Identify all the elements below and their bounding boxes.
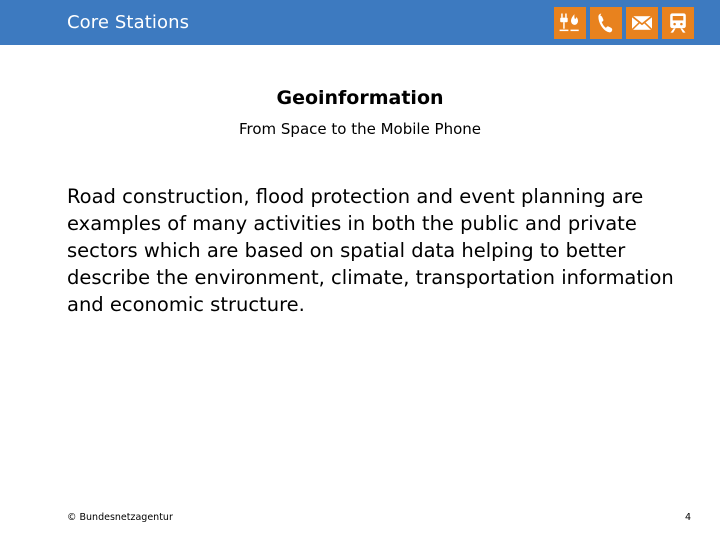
telephone-icon [590,7,622,39]
slide: Core Stations Geoinformation From Space … [0,0,720,540]
content-title: Geoinformation [276,87,444,109]
footer-page-number: 4 [684,512,691,523]
electricity-gas-icon [554,7,586,39]
footer-copyright: © Bundesnetzagentur [67,512,173,523]
mail-envelope-icon [626,7,658,39]
header-band: Core Stations [0,0,720,45]
content-subtitle: From Space to the Mobile Phone [238,120,482,138]
header-icon-group [554,7,694,39]
body-paragraph: Road construction, flood protection and … [67,185,674,316]
railway-icon [662,7,694,39]
page-title: Core Stations [67,12,190,33]
